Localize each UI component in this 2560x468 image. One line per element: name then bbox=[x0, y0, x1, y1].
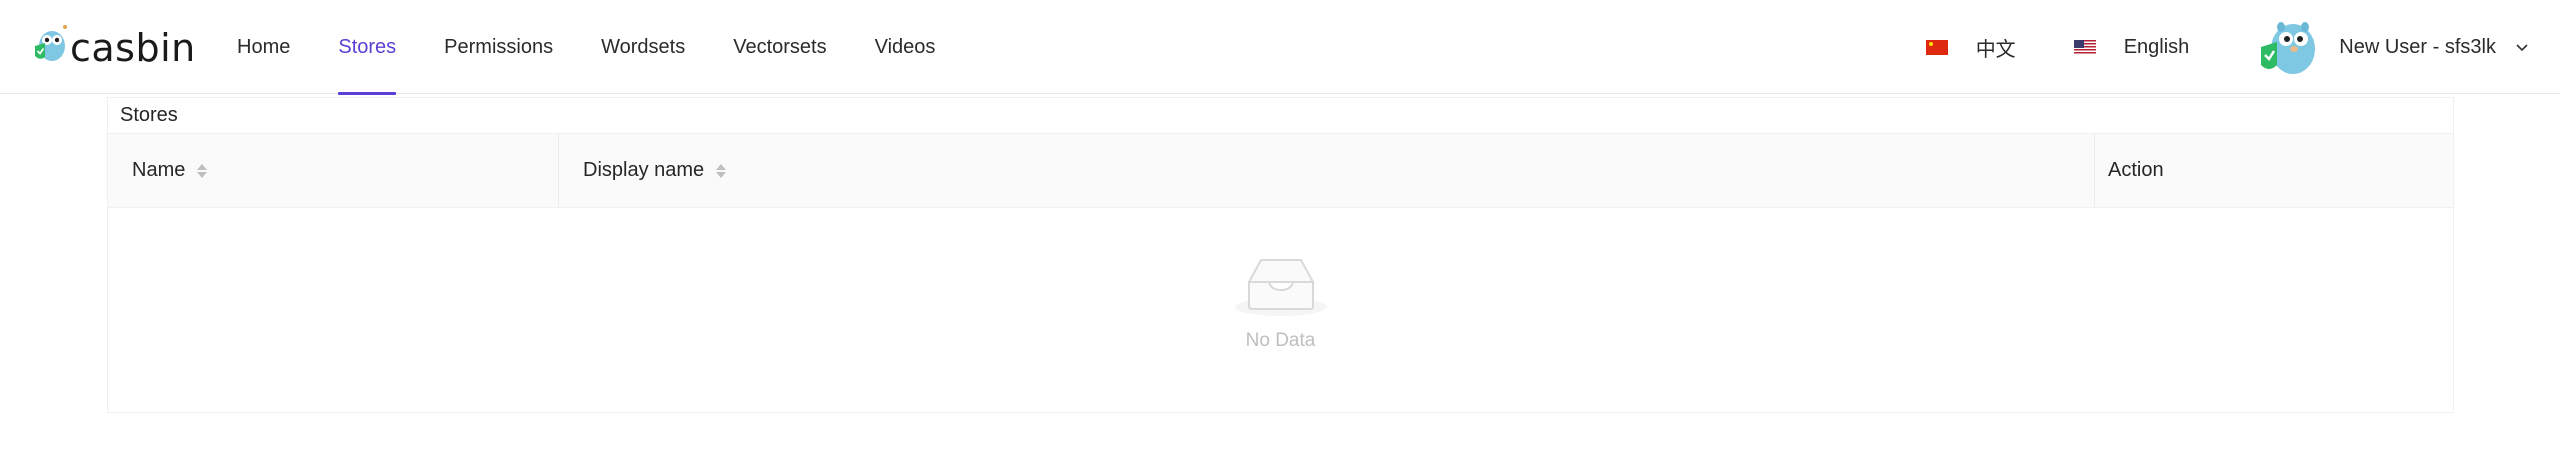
language-english[interactable]: English bbox=[2073, 35, 2190, 59]
column-header-name[interactable]: Name bbox=[108, 134, 559, 207]
header-right: 中文 English New User - sfs3lk bbox=[1925, 0, 2560, 94]
cn-flag-icon bbox=[1925, 39, 1948, 55]
nav-item-vectorsets[interactable]: Vectorsets bbox=[709, 0, 850, 94]
gopher-avatar-icon bbox=[2261, 22, 2316, 74]
user-name: New User - sfs3lk bbox=[2339, 35, 2496, 58]
nav-item-label: Permissions bbox=[444, 35, 554, 58]
column-header-label: Display name bbox=[583, 159, 705, 181]
nav-item-videos[interactable]: Videos bbox=[851, 0, 960, 94]
language-label: 中文 bbox=[1975, 38, 2016, 61]
us-flag-icon bbox=[2073, 39, 2096, 55]
nav-item-permissions[interactable]: Permissions bbox=[420, 0, 577, 94]
column-header-label: Action bbox=[2108, 159, 2164, 181]
column-header-label: Name bbox=[132, 159, 186, 181]
table-empty-state: No Data bbox=[108, 208, 2453, 413]
card-title: Stores bbox=[108, 98, 2453, 134]
logo-text: casbin bbox=[70, 26, 196, 70]
nav-item-stores[interactable]: Stores bbox=[314, 0, 420, 95]
sort-icon bbox=[197, 163, 208, 178]
user-menu[interactable]: New User - sfs3lk bbox=[2259, 17, 2530, 77]
nav-item-label: Home bbox=[237, 35, 291, 58]
nav-item-label: Vectorsets bbox=[733, 35, 827, 58]
top-navbar: casbin Home Stores Permissions Wordsets … bbox=[0, 0, 2560, 95]
nav-item-home[interactable]: Home bbox=[213, 0, 314, 94]
language-chinese[interactable]: 中文 bbox=[1925, 33, 2016, 62]
nav-item-label: Stores bbox=[338, 35, 397, 58]
column-header-display-name[interactable]: Display name bbox=[559, 134, 2095, 207]
empty-text: No Data bbox=[1245, 330, 1316, 351]
nav-item-label: Videos bbox=[874, 35, 936, 58]
chevron-down-icon bbox=[2516, 44, 2528, 52]
column-header-action: Action bbox=[2095, 134, 2453, 207]
nav-item-wordsets[interactable]: Wordsets bbox=[577, 0, 709, 94]
main-nav: Home Stores Permissions Wordsets Vectors… bbox=[213, 0, 960, 95]
sort-icon bbox=[716, 163, 727, 178]
nav-item-label: Wordsets bbox=[601, 35, 686, 58]
casbin-gopher-logo-icon bbox=[35, 25, 67, 61]
language-label: English bbox=[2123, 35, 2190, 58]
stores-table-card: Stores Name Display name Action No Data bbox=[107, 97, 2454, 413]
casbin-logo[interactable]: casbin bbox=[32, 18, 196, 74]
table-header: Name Display name Action bbox=[108, 134, 2453, 208]
empty-inbox-icon bbox=[1234, 259, 1327, 316]
